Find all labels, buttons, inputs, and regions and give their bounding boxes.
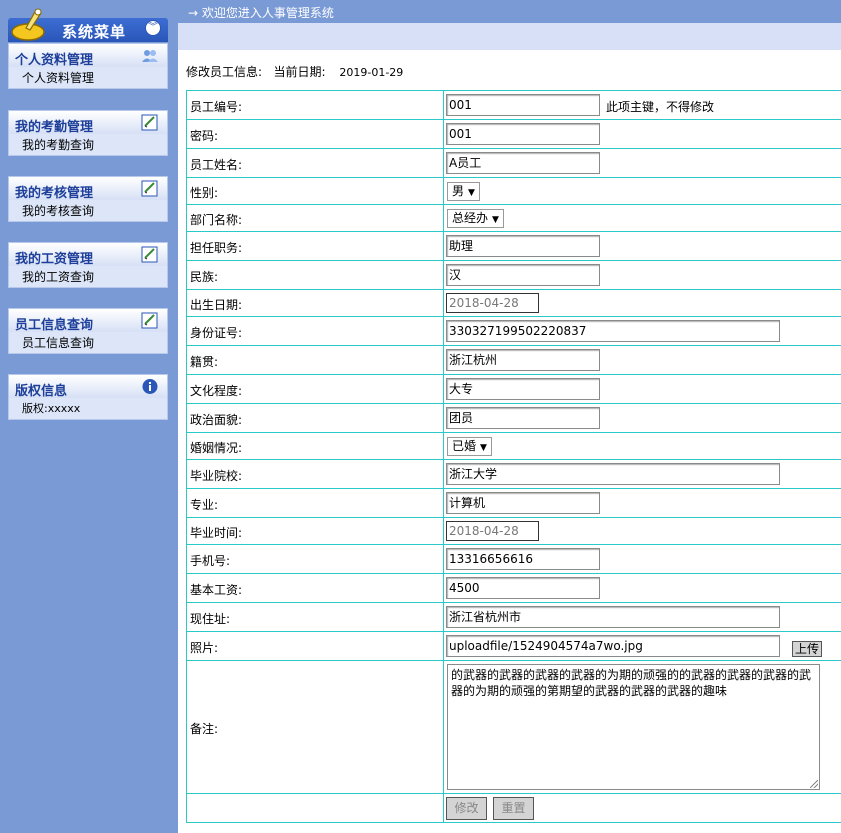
- label-marriage: 婚姻情况:: [190, 441, 243, 455]
- sidebar-item-assessment[interactable]: 我的考核查询: [8, 200, 168, 222]
- label-birth: 出生日期:: [190, 298, 243, 312]
- label-position: 担任职务:: [190, 241, 243, 255]
- education-input[interactable]: 大专: [446, 378, 600, 400]
- label-photo: 照片:: [190, 641, 219, 655]
- menu-group-attendance: 我的考勤管理 我的考勤查询: [8, 110, 168, 156]
- submit-button[interactable]: 修改: [446, 797, 487, 820]
- label-nation: 民族:: [190, 270, 219, 284]
- sidebar-item-employee[interactable]: 员工信息查询: [8, 332, 168, 354]
- grad-time-input[interactable]: 2018-04-28: [446, 521, 539, 541]
- form-heading: 修改员工信息:: [186, 65, 263, 79]
- salary-input[interactable]: 4500: [446, 577, 600, 599]
- label-native: 籍贯:: [190, 355, 219, 369]
- group-header[interactable]: 个人资料管理: [8, 43, 168, 68]
- group-title: 个人资料管理: [15, 53, 94, 68]
- form-row-gender: [186, 177, 841, 205]
- group-title: 我的工资管理: [15, 252, 94, 267]
- gender-select[interactable]: 男 ▼: [447, 182, 480, 201]
- sidebar-item-salary[interactable]: 我的工资查询: [8, 266, 168, 288]
- column-divider: [443, 90, 444, 823]
- edit-doc-icon: [141, 114, 158, 131]
- group-header[interactable]: 版权信息: [8, 374, 168, 399]
- people-icon: [142, 50, 158, 62]
- label-salary: 基本工资:: [190, 583, 243, 597]
- info-icon: [142, 379, 158, 394]
- dropdown-arrow-icon: ▼: [468, 188, 475, 198]
- label-address: 现住址:: [190, 612, 231, 626]
- upload-button[interactable]: 上传: [792, 641, 822, 657]
- address-input[interactable]: 浙江省杭州市: [446, 606, 780, 628]
- sidebar-item-attendance[interactable]: 我的考勤查询: [8, 134, 168, 156]
- gender-value: 男: [452, 184, 465, 198]
- edit-doc-icon: [141, 312, 158, 329]
- nation-input[interactable]: 汉: [446, 264, 600, 286]
- native-input[interactable]: 浙江杭州: [446, 349, 600, 371]
- major-input[interactable]: 计算机: [446, 492, 600, 514]
- remark-textarea[interactable]: 的武器的武器的武器的武器的为期的顽强的的武器的武器的武器的武器的为期的顽强的第期…: [447, 664, 820, 790]
- group-header[interactable]: 员工信息查询: [8, 308, 168, 333]
- label-remark: 备注:: [190, 722, 219, 736]
- position-input[interactable]: 助理: [446, 235, 600, 257]
- label-politics: 政治面貌:: [190, 413, 243, 427]
- label-education: 文化程度:: [190, 384, 243, 398]
- label-major: 专业:: [190, 498, 219, 512]
- menu-logo-icon: [11, 8, 45, 41]
- label-emp-no: 员工编号:: [190, 100, 243, 114]
- form-row-marriage: [186, 432, 841, 460]
- date-label: 当前日期:: [273, 65, 326, 79]
- resize-handle-icon[interactable]: [810, 780, 818, 788]
- menu-group-profile: 个人资料管理 个人资料管理: [8, 43, 168, 89]
- group-title: 我的考勤管理: [15, 120, 94, 135]
- label-password: 密码:: [190, 129, 219, 143]
- id-card-input[interactable]: 330327199502220837: [446, 320, 780, 342]
- group-title: 我的考核管理: [15, 186, 94, 201]
- label-name: 员工姓名:: [190, 158, 243, 172]
- phone-input[interactable]: 13316656616: [446, 548, 600, 570]
- politics-input[interactable]: 团员: [446, 407, 600, 429]
- label-gender: 性别:: [190, 186, 219, 200]
- sidebar-item-profile[interactable]: 个人资料管理: [8, 67, 168, 89]
- label-id-card: 身份证号:: [190, 326, 243, 340]
- dept-select[interactable]: 总经办 ▼: [447, 209, 504, 228]
- name-input[interactable]: A员工: [446, 152, 600, 174]
- dept-value: 总经办: [452, 211, 489, 225]
- emp-no-input[interactable]: 001: [446, 94, 600, 116]
- form-info-line: 修改员工信息: 当前日期: 2019-01-29: [186, 63, 403, 80]
- form-row-dept: [186, 204, 841, 232]
- menu-title: 系统菜单: [62, 23, 127, 41]
- group-title: 员工信息查询: [15, 318, 94, 333]
- birth-date-input[interactable]: 2018-04-28: [446, 293, 539, 313]
- collapse-chevron-icon[interactable]: ︾: [145, 20, 161, 36]
- dropdown-arrow-icon: ▼: [480, 443, 487, 453]
- password-input[interactable]: 001: [446, 123, 600, 145]
- label-school: 毕业院校:: [190, 469, 243, 483]
- group-header[interactable]: 我的考核管理: [8, 176, 168, 201]
- edit-doc-icon: [141, 246, 158, 263]
- edit-doc-icon: [141, 180, 158, 197]
- group-title: 版权信息: [15, 384, 68, 399]
- school-input[interactable]: 浙江大学: [446, 463, 780, 485]
- group-header[interactable]: 我的考勤管理: [8, 110, 168, 135]
- photo-input[interactable]: uploadfile/1524904574a7wo.jpg: [446, 635, 780, 657]
- sidebar-item-copyright: 版权:xxxxx: [8, 398, 168, 420]
- remark-text: 的武器的武器的武器的武器的为期的顽强的的武器的武器的武器的武器的为期的顽强的第期…: [451, 668, 812, 698]
- emp-no-note: 此项主键，不得修改: [606, 100, 715, 114]
- label-phone: 手机号:: [190, 554, 231, 568]
- menu-group-copyright: 版权信息 版权:xxxxx: [8, 374, 168, 420]
- reset-button[interactable]: 重置: [493, 797, 534, 820]
- group-header[interactable]: 我的工资管理: [8, 242, 168, 267]
- marriage-select[interactable]: 已婚 ▼: [447, 437, 492, 456]
- current-date: 2019-01-29: [339, 66, 404, 79]
- dropdown-arrow-icon: ▼: [492, 215, 499, 225]
- menu-group-salary: 我的工资管理 我的工资查询: [8, 242, 168, 288]
- label-dept: 部门名称:: [190, 213, 243, 227]
- menu-group-employee: 员工信息查询 员工信息查询: [8, 308, 168, 354]
- marriage-value: 已婚: [452, 439, 477, 453]
- welcome-text: → 欢迎您进入人事管理系统: [188, 6, 334, 20]
- toolbar-strip: [178, 23, 841, 50]
- menu-group-assessment: 我的考核管理 我的考核查询: [8, 176, 168, 222]
- label-grad-time: 毕业时间:: [190, 526, 243, 540]
